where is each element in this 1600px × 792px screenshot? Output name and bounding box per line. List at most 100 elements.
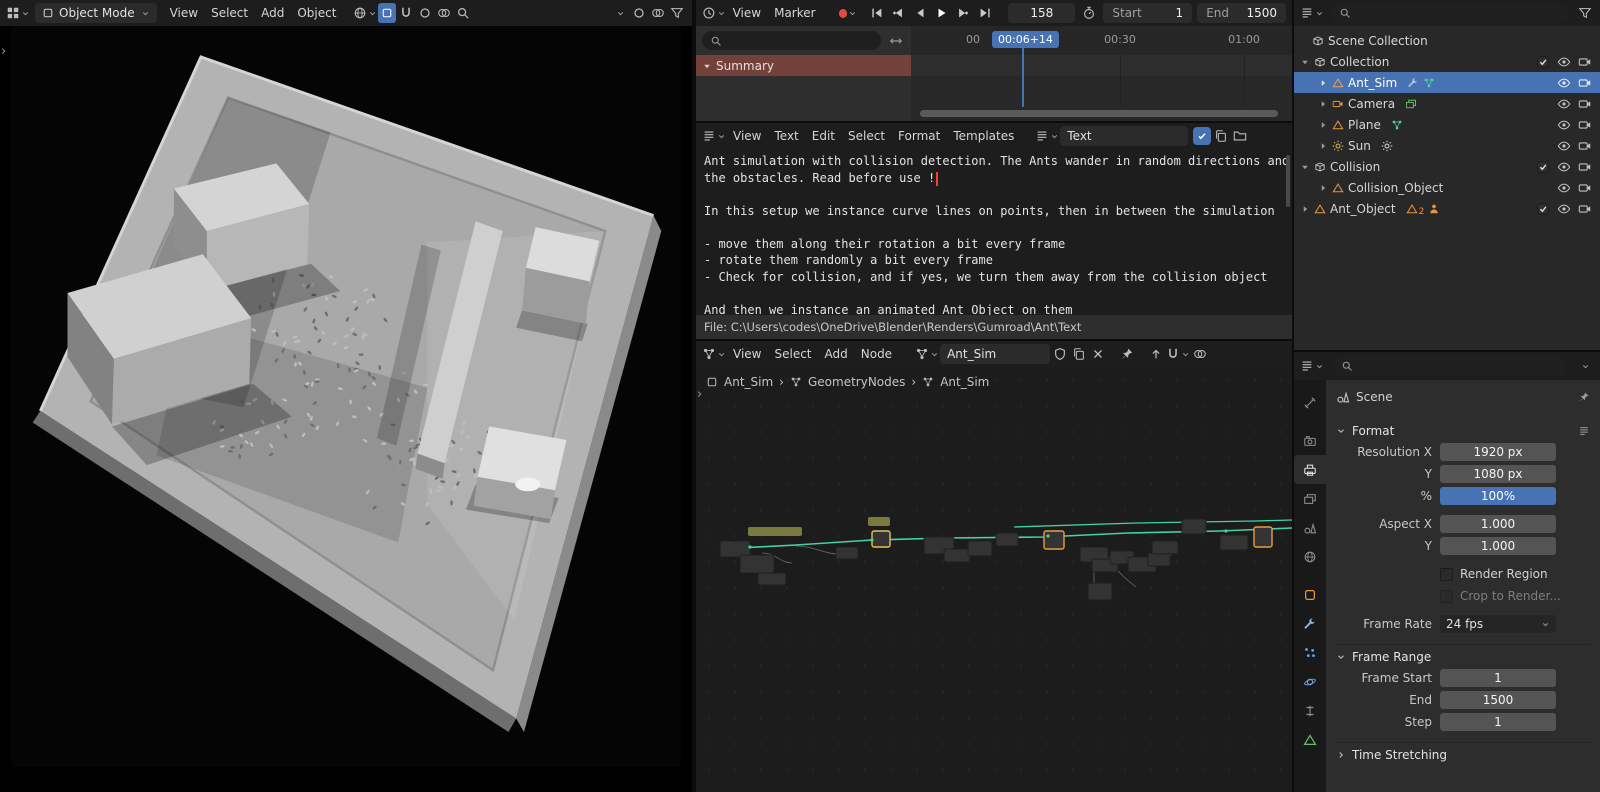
timeline-ruler[interactable]: 00 00:06+14 00:30 01:00 xyxy=(911,26,1292,55)
viewport-3d[interactable]: › Object Mode View Select Add Object xyxy=(0,0,692,792)
hide-viewport-eye-icon[interactable] xyxy=(1557,202,1571,216)
shading-dropdown-icon[interactable] xyxy=(611,3,629,23)
disclosure-icon[interactable] xyxy=(1318,120,1328,130)
format-panel-header[interactable]: Format xyxy=(1336,418,1590,440)
hide-viewport-eye-icon[interactable] xyxy=(1557,97,1571,111)
open-text-icon[interactable] xyxy=(1231,126,1249,146)
duplicate-datablock-icon[interactable] xyxy=(1070,344,1088,364)
disable-render-camera-icon[interactable] xyxy=(1578,139,1592,153)
node-tree-browse-icon[interactable] xyxy=(915,344,939,364)
disable-render-camera-icon[interactable] xyxy=(1578,97,1592,111)
tab-physics[interactable] xyxy=(1294,667,1326,696)
tab-constraints[interactable] xyxy=(1294,696,1326,725)
overlap-circles-icon[interactable] xyxy=(435,3,453,23)
properties-search-input[interactable] xyxy=(1333,356,1567,376)
modifier-wrench-icon[interactable] xyxy=(1407,77,1419,89)
current-frame-badge[interactable]: 00:06+14 xyxy=(992,31,1059,48)
text-scrollbar[interactable] xyxy=(1286,155,1290,207)
menu-add[interactable]: Add xyxy=(255,3,290,23)
tab-object[interactable] xyxy=(1294,580,1326,609)
go-to-parent-icon[interactable] xyxy=(1147,344,1165,364)
aspect-y-field[interactable]: 1.000 xyxy=(1440,537,1556,555)
pin-icon[interactable] xyxy=(1578,391,1590,403)
disable-render-camera-icon[interactable] xyxy=(1578,181,1592,195)
hide-viewport-eye-icon[interactable] xyxy=(1557,55,1571,69)
disclosure-icon[interactable] xyxy=(1300,204,1310,214)
tab-world[interactable] xyxy=(1294,542,1326,571)
current-frame-field[interactable]: 158 xyxy=(1008,3,1076,23)
frame-start-field[interactable]: Start 1 xyxy=(1103,3,1193,23)
auto-keyframe-button[interactable] xyxy=(838,3,858,23)
channel-list-area[interactable] xyxy=(696,76,911,121)
unlink-icon[interactable] xyxy=(1089,344,1107,364)
outliner-row-collection[interactable]: Collection xyxy=(1294,51,1600,72)
disclosure-icon[interactable] xyxy=(1318,183,1328,193)
disclosure-icon[interactable] xyxy=(1300,57,1310,67)
menu-select[interactable]: Select xyxy=(768,344,817,364)
breadcrumb-modifier[interactable]: GeometryNodes xyxy=(808,375,905,389)
frame-start-field[interactable]: 1 xyxy=(1440,669,1556,687)
menu-view[interactable]: View xyxy=(727,344,767,364)
timeline-editor-type-icon[interactable] xyxy=(702,3,726,23)
disable-render-camera-icon[interactable] xyxy=(1578,55,1592,69)
properties-editor-type-icon[interactable] xyxy=(1300,356,1324,376)
breadcrumb-node-tree[interactable]: Ant_Sim xyxy=(940,375,989,389)
menu-edit[interactable]: Edit xyxy=(806,126,841,146)
proportional-editing-icon[interactable] xyxy=(416,3,434,23)
summary-channel[interactable]: Summary xyxy=(696,55,911,76)
text-browse-icon[interactable] xyxy=(1035,126,1059,146)
hide-viewport-eye-icon[interactable] xyxy=(1557,139,1571,153)
outliner-editor-type-icon[interactable] xyxy=(1300,3,1324,23)
hide-viewport-eye-icon[interactable] xyxy=(1557,160,1571,174)
jump-to-end-button[interactable] xyxy=(975,3,996,23)
menu-select[interactable]: Select xyxy=(205,3,254,23)
stopwatch-icon[interactable] xyxy=(1080,3,1098,23)
sun-data-icon[interactable] xyxy=(1381,140,1393,152)
menu-select[interactable]: Select xyxy=(842,126,891,146)
render-region-checkbox[interactable] xyxy=(1440,567,1453,581)
overlays-icon[interactable] xyxy=(649,3,667,23)
aspect-x-field[interactable]: 1.000 xyxy=(1440,515,1556,533)
filter-funnel-icon[interactable] xyxy=(668,3,686,23)
gizmo-icon[interactable] xyxy=(630,3,648,23)
frame-end-field[interactable]: End 1500 xyxy=(1197,3,1286,23)
outliner-row-ant-sim[interactable]: Ant_Sim xyxy=(1294,72,1600,93)
frame-rate-dropdown[interactable]: 24 fps xyxy=(1440,615,1556,633)
crop-to-render-checkbox[interactable] xyxy=(1440,589,1453,603)
tab-object-data[interactable] xyxy=(1294,725,1326,754)
tab-scene[interactable] xyxy=(1294,513,1326,542)
outliner-row-sun[interactable]: Sun xyxy=(1294,135,1600,156)
disclosure-icon[interactable] xyxy=(1318,99,1328,109)
play-reverse-button[interactable] xyxy=(910,3,931,23)
menu-templates[interactable]: Templates xyxy=(947,126,1020,146)
tab-output[interactable] xyxy=(1294,455,1326,484)
node-editor-type-icon[interactable] xyxy=(702,344,726,364)
text-checkbox-icon[interactable] xyxy=(1193,127,1212,145)
node-snap-icon[interactable] xyxy=(1166,344,1190,364)
menu-node[interactable]: Node xyxy=(855,344,898,364)
menu-object[interactable]: Object xyxy=(291,3,342,23)
resolution-y-field[interactable]: 1080 px xyxy=(1440,465,1556,483)
exclude-checkbox-icon[interactable] xyxy=(1536,55,1550,69)
outliner-filter-icon[interactable] xyxy=(1576,3,1594,23)
text-datablock-field[interactable]: Text xyxy=(1060,126,1189,146)
node-overlays-icon[interactable] xyxy=(1191,344,1209,364)
text-content[interactable]: Ant simulation with collision detection.… xyxy=(696,149,1292,315)
collapse-icon[interactable] xyxy=(702,61,712,71)
viewport-search-icon[interactable] xyxy=(454,3,472,23)
outliner-row-plane[interactable]: Plane xyxy=(1294,114,1600,135)
breadcrumb-object[interactable]: Ant_Sim xyxy=(724,375,773,389)
expand-arrows-icon[interactable] xyxy=(887,31,905,51)
hide-viewport-eye-icon[interactable] xyxy=(1557,181,1571,195)
resolution-percent-slider[interactable]: 100% xyxy=(1440,487,1556,505)
timeline-scrollbar[interactable] xyxy=(920,110,1278,117)
pin-icon[interactable] xyxy=(1118,344,1136,364)
disable-render-camera-icon[interactable] xyxy=(1578,202,1592,216)
geometry-nodes-icon[interactable] xyxy=(1423,77,1435,89)
disable-render-camera-icon[interactable] xyxy=(1578,118,1592,132)
hide-viewport-eye-icon[interactable] xyxy=(1557,118,1571,132)
menu-format[interactable]: Format xyxy=(892,126,946,146)
disable-render-camera-icon[interactable] xyxy=(1578,76,1592,90)
background-image-icon[interactable] xyxy=(1405,98,1417,110)
geometry-node-editor[interactable]: › View Select Add Node Ant_Sim Ant_Sim ›… xyxy=(696,341,1292,792)
